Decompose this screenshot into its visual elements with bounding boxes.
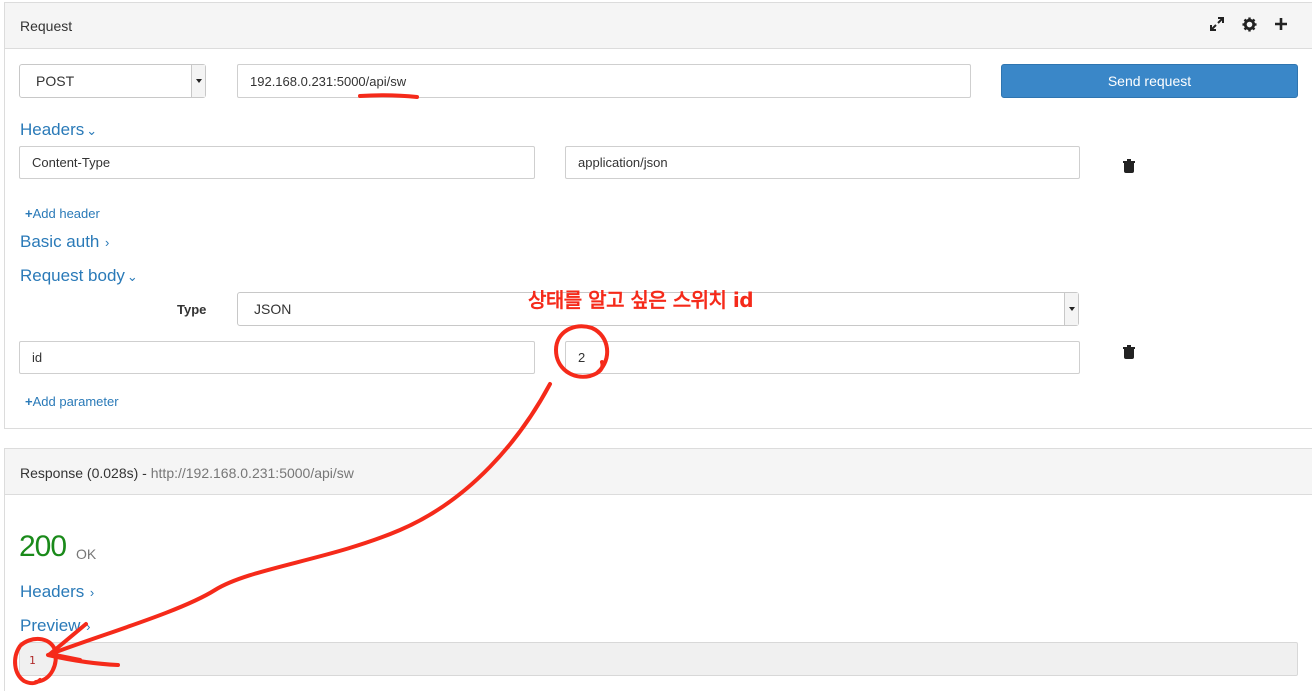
param-name-field[interactable]: id — [19, 341, 535, 374]
plus-icon: + — [25, 206, 33, 221]
response-separator: - — [138, 465, 151, 481]
request-toolbar — [1208, 17, 1290, 35]
param-value-field[interactable]: 2 — [565, 341, 1080, 374]
request-title: Request — [20, 18, 73, 34]
select-caret-icon — [1064, 293, 1078, 325]
preview-label: Preview — [20, 616, 81, 635]
url-prefix: 192.168.0.231:5000 — [250, 74, 366, 89]
headers-label: Headers — [20, 120, 85, 139]
chevron-right-icon: › — [101, 235, 110, 250]
preview-toggle[interactable]: Preview › — [20, 616, 90, 636]
method-value: POST — [36, 73, 75, 89]
add-parameter-label: Add parameter — [32, 394, 119, 409]
url-input[interactable]: 192.168.0.231:5000/api/sw — [237, 64, 971, 98]
response-header: Response (0.028s) - http://192.168.0.231… — [5, 449, 1312, 495]
header-name-field[interactable]: Content-Type — [19, 146, 535, 179]
response-title: Response (0.028s) - http://192.168.0.231… — [20, 465, 354, 481]
gear-icon[interactable] — [1240, 17, 1258, 35]
trash-icon[interactable] — [1123, 345, 1135, 359]
annotation-text: 상태를 알고 싶은 스위치 id — [528, 288, 754, 312]
request-body-toggle[interactable]: Request body ⌄ — [20, 266, 138, 286]
add-header-link[interactable]: +Add header — [25, 206, 100, 221]
response-url: http://192.168.0.231:5000/api/sw — [150, 465, 354, 481]
chevron-right-icon: › — [82, 619, 91, 634]
status-code: 200 — [19, 530, 67, 563]
headers-toggle[interactable]: Headers ⌄ — [20, 120, 97, 140]
request-header: Request — [5, 3, 1312, 49]
body-type-value: JSON — [254, 301, 292, 317]
expand-icon[interactable] — [1208, 17, 1226, 35]
type-label: Type — [177, 302, 207, 317]
chevron-down-icon: ⌄ — [86, 123, 98, 138]
url-path: /api/sw — [365, 74, 407, 89]
add-parameter-link[interactable]: +Add parameter — [25, 394, 119, 409]
add-header-label: Add header — [32, 206, 100, 221]
response-headers-label: Headers — [20, 582, 85, 601]
request-body-label: Request body — [20, 266, 125, 285]
response-timing: Response (0.028s) — [20, 465, 139, 481]
send-request-button[interactable]: Send request — [1001, 64, 1298, 98]
chevron-right-icon: › — [86, 585, 95, 600]
trash-icon[interactable] — [1123, 159, 1135, 173]
basic-auth-toggle[interactable]: Basic auth › — [20, 232, 109, 252]
chevron-down-icon: ⌄ — [126, 269, 138, 284]
preview-box: 1 — [19, 642, 1298, 676]
plus-icon[interactable] — [1272, 17, 1290, 35]
select-caret-icon — [191, 65, 205, 97]
plus-icon: + — [25, 394, 33, 409]
preview-value: 1 — [29, 654, 36, 667]
response-headers-toggle[interactable]: Headers › — [20, 582, 94, 602]
method-select[interactable]: POST — [19, 64, 206, 98]
basic-auth-label: Basic auth — [20, 232, 100, 251]
status-text: OK — [76, 546, 97, 562]
header-value-field[interactable]: application/json — [565, 146, 1080, 179]
